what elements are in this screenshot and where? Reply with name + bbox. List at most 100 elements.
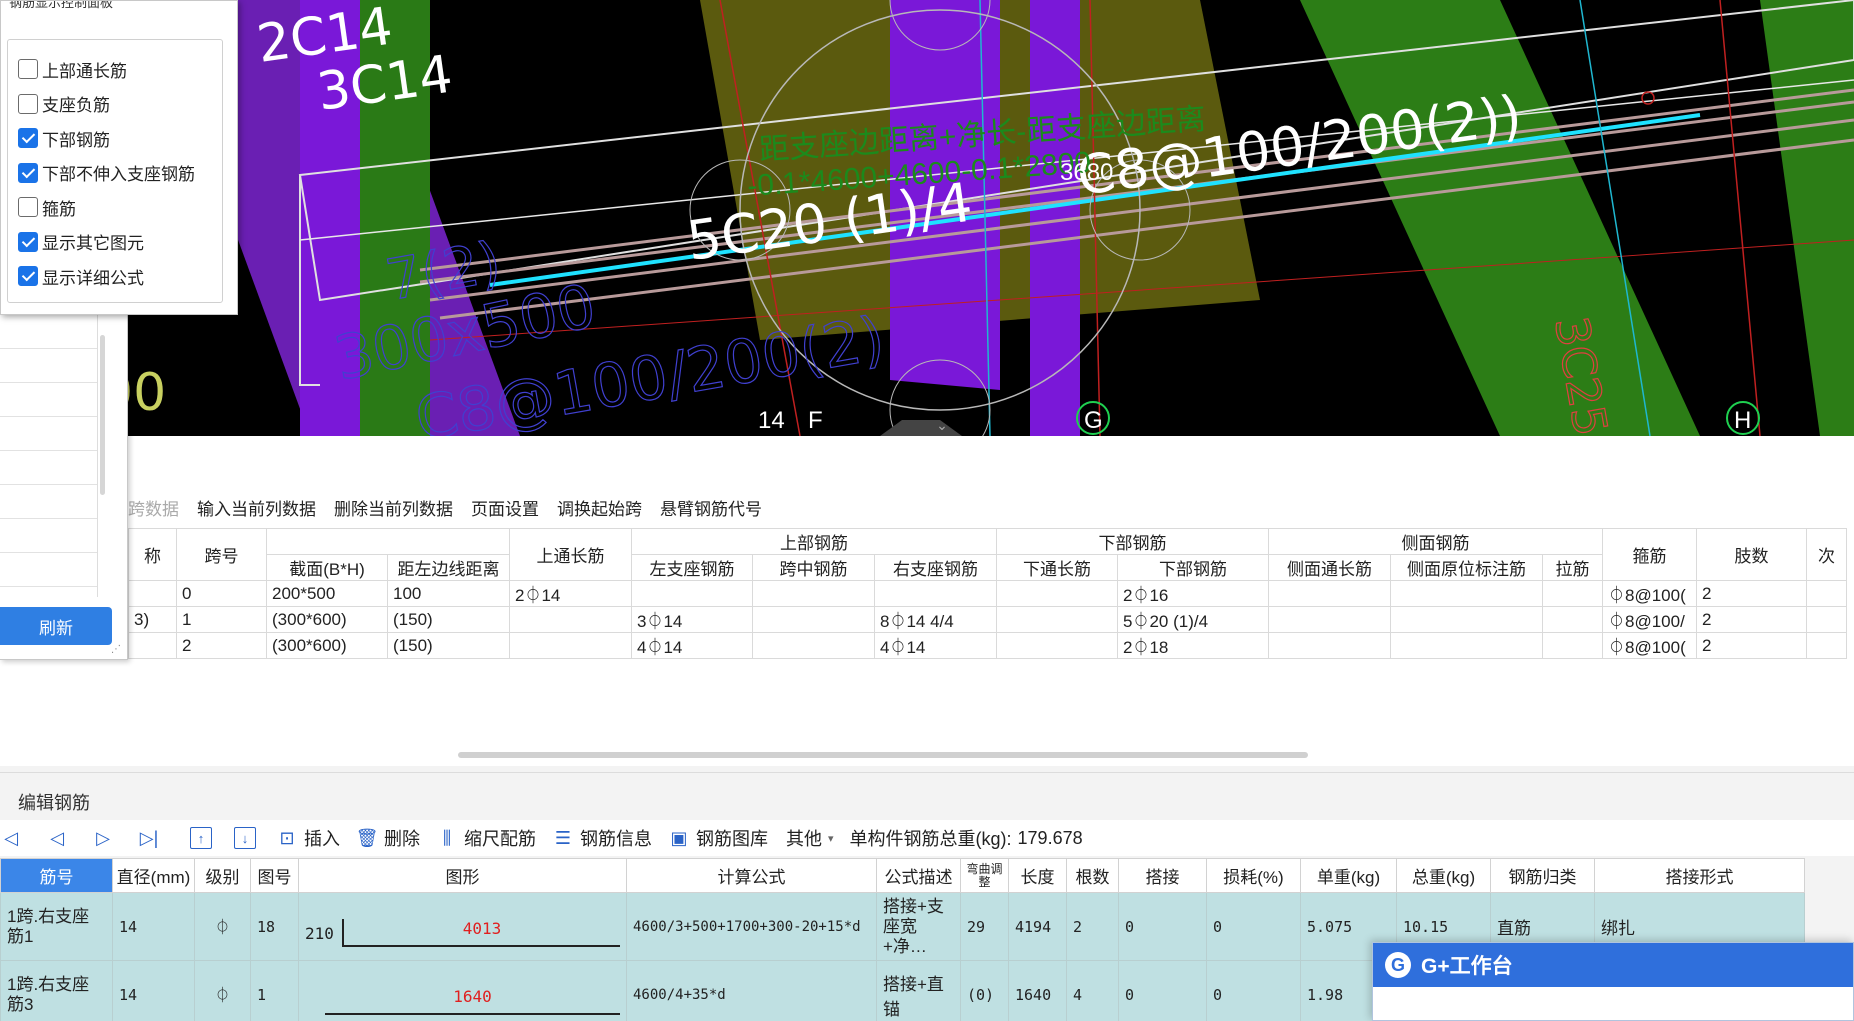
cell[interactable] (1390, 606, 1543, 633)
col-header-formula[interactable]: 计算公式 (626, 858, 877, 893)
cell-formula[interactable]: 4600/4+35*d (626, 960, 877, 1021)
col-header-total-weight[interactable]: 总重(kg) (1396, 858, 1491, 893)
cell[interactable]: (150) (387, 632, 510, 659)
cell-grade[interactable]: ⏀ (194, 960, 251, 1021)
checkbox-checked[interactable] (18, 266, 38, 287)
last-icon[interactable]: ▷| (138, 827, 160, 849)
cell[interactable] (996, 580, 1118, 607)
cell-dia[interactable]: 14 (112, 960, 195, 1021)
cell[interactable]: 2⏀18 (1117, 632, 1269, 659)
col-header-category[interactable]: 钢筋归类 (1490, 858, 1595, 893)
col-header-no[interactable]: 筋号 (0, 858, 113, 893)
cell[interactable]: 4⏀14 (631, 632, 753, 659)
cell-desc[interactable]: 搭接+直锚 (876, 960, 961, 1021)
checkbox[interactable] (18, 59, 38, 80)
checkbox-checked[interactable] (18, 162, 38, 183)
toolbar-span-data[interactable]: 跨数据 (128, 495, 179, 520)
cell[interactable]: 4⏀14 (874, 632, 997, 659)
cell[interactable]: 2⏀14 (509, 580, 632, 607)
toolbar-delete-column[interactable]: 删除当前列数据 (334, 495, 453, 520)
cell[interactable]: 2⏀16 (1117, 580, 1269, 607)
cell[interactable] (1806, 606, 1847, 633)
rebar-info-button[interactable]: ☰ 钢筋信息 (552, 825, 652, 851)
checkbox-checked[interactable] (18, 231, 38, 252)
next-icon[interactable]: ▷ (92, 827, 114, 849)
rebar-library-button[interactable]: ▣ 钢筋图库 (668, 825, 768, 851)
cell[interactable] (1806, 632, 1847, 659)
toolbar-input-column[interactable]: 输入当前列数据 (197, 495, 316, 520)
cell[interactable]: ⏀8@100/ (1602, 606, 1697, 633)
cell[interactable]: 2 (1696, 606, 1807, 633)
table-row[interactable]: 2 (300*600) (150) 4⏀14 4⏀14 2⏀18 ⏀8@100(… (128, 632, 1847, 659)
refresh-button[interactable]: 刷新 (0, 607, 112, 645)
cell[interactable] (1268, 606, 1391, 633)
gplus-title-bar[interactable]: G G+工作台 (1373, 943, 1853, 987)
checkbox[interactable] (18, 197, 38, 218)
toolbar-page-setup[interactable]: 页面设置 (471, 495, 539, 520)
cell-loss[interactable]: 0 (1206, 960, 1301, 1021)
cell-length[interactable]: 1640 (1008, 960, 1067, 1021)
col-header-shape[interactable]: 图形 (298, 858, 627, 893)
scale-rebar-button[interactable]: ⫼ 缩尺配筋 (436, 825, 536, 851)
cell[interactable]: (150) (387, 606, 510, 633)
col-header-count[interactable]: 根数 (1066, 858, 1119, 893)
cell[interactable] (128, 580, 177, 607)
cell[interactable] (509, 632, 632, 659)
cell-no[interactable]: 1跨.右支座筋3 (0, 960, 113, 1021)
cell[interactable] (631, 580, 753, 607)
cell[interactable] (996, 632, 1118, 659)
cell[interactable]: 200*500 (266, 580, 388, 607)
col-header-bend[interactable]: 弯曲调整 (960, 858, 1009, 893)
option-bottom[interactable]: 下部钢筋 (8, 121, 222, 156)
col-header-fig[interactable]: 图号 (250, 858, 299, 893)
cell[interactable]: (300*600) (266, 632, 388, 659)
cell-loss[interactable]: 0 (1206, 892, 1301, 961)
col-header-lap[interactable]: 搭接 (1118, 858, 1207, 893)
cell-grade[interactable]: ⏀ (194, 892, 251, 961)
first-icon[interactable]: ◁ (0, 827, 22, 849)
cell[interactable]: 5⏀20 (1)/4 (1117, 606, 1269, 633)
cell[interactable]: 2 (1696, 580, 1807, 607)
cell-shape[interactable]: 210 4013 (298, 892, 627, 961)
cell[interactable] (1268, 632, 1391, 659)
table-row[interactable]: 3) 1 (300*600) (150) 3⏀14 8⏀14 4/4 5⏀20 … (128, 606, 1847, 633)
cell[interactable] (752, 632, 875, 659)
col-header-grade[interactable]: 级别 (194, 858, 251, 893)
cell[interactable] (1542, 632, 1603, 659)
cell-lap[interactable]: 0 (1118, 960, 1207, 1021)
move-down-icon[interactable]: ↓ (234, 827, 256, 849)
vertical-scrollbar[interactable] (100, 335, 105, 495)
cell[interactable] (1542, 606, 1603, 633)
cell[interactable] (509, 606, 632, 633)
resize-grip-icon[interactable]: ⋰ (111, 644, 121, 655)
cell[interactable] (128, 632, 177, 659)
toolbar-cantilever-code[interactable]: 悬臂钢筋代号 (660, 495, 762, 520)
cad-viewport[interactable]: 2C14 3C14 5C20 (1)/4 C8@100/200(2)) 距支座边… (0, 0, 1854, 436)
cell[interactable]: 1 (176, 606, 267, 633)
col-header-loss[interactable]: 损耗(%) (1206, 858, 1301, 893)
col-header-lap-type[interactable]: 搭接形式 (1594, 858, 1805, 893)
option-other-elements[interactable]: 显示其它图元 (8, 225, 222, 260)
cell-desc[interactable]: 搭接+支座宽+净… (876, 892, 961, 961)
cell-shape[interactable]: 1640 (298, 960, 627, 1021)
cell[interactable]: 3⏀14 (631, 606, 753, 633)
cell-count[interactable]: 4 (1066, 960, 1119, 1021)
cell-count[interactable]: 2 (1066, 892, 1119, 961)
cell[interactable] (752, 580, 875, 607)
cell[interactable] (1268, 580, 1391, 607)
option-top-long[interactable]: 上部通长筋 (8, 52, 222, 87)
cell[interactable]: 2 (1696, 632, 1807, 659)
cell-lap[interactable]: 0 (1118, 892, 1207, 961)
cell[interactable]: ⏀8@100( (1602, 580, 1697, 607)
cell[interactable] (874, 580, 997, 607)
col-header-length[interactable]: 长度 (1008, 858, 1067, 893)
cell-fig[interactable]: 18 (250, 892, 299, 961)
cell[interactable]: 0 (176, 580, 267, 607)
cell-bend[interactable]: 29 (960, 892, 1009, 961)
col-header-unit-weight[interactable]: 单重(kg) (1300, 858, 1397, 893)
col-header-desc[interactable]: 公式描述 (876, 858, 961, 893)
cell-bend[interactable]: (0) (960, 960, 1009, 1021)
move-up-icon[interactable]: ↑ (190, 827, 212, 849)
cell[interactable]: (300*600) (266, 606, 388, 633)
cell[interactable] (1390, 580, 1543, 607)
